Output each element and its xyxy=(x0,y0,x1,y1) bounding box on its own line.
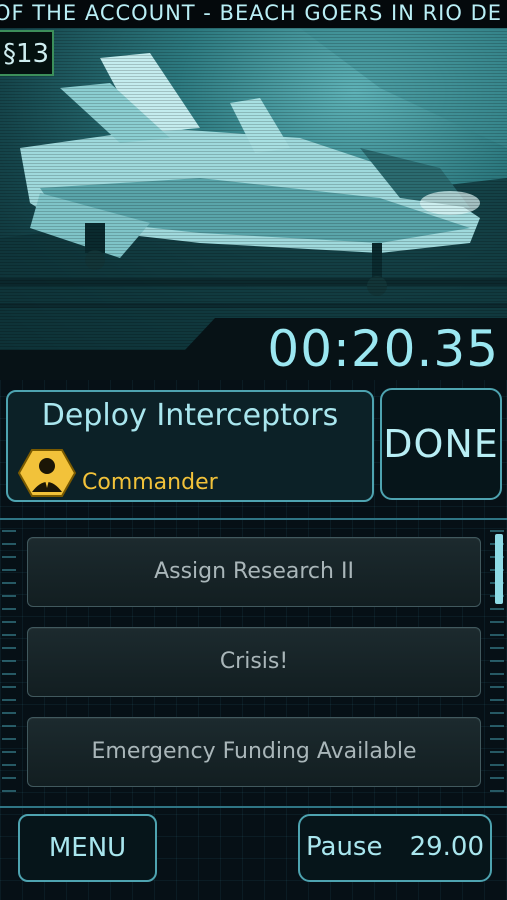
commander-badge-icon xyxy=(18,449,76,497)
news-ticker: OF THE ACCOUNT - BEACH GOERS IN RIO DE J… xyxy=(0,0,507,29)
done-button[interactable]: DONE xyxy=(380,388,502,500)
money-counter: §13 xyxy=(0,30,54,76)
scanline-overlay xyxy=(0,28,507,350)
list-item-crisis[interactable]: Crisis! xyxy=(27,627,481,697)
pause-label: Pause xyxy=(306,832,383,862)
menu-button[interactable]: MENU xyxy=(18,814,157,882)
left-rail-decoration xyxy=(2,530,16,792)
list-item-emergency-funding[interactable]: Emergency Funding Available xyxy=(27,717,481,787)
mission-title: Deploy Interceptors xyxy=(41,398,339,433)
rank-label: Commander xyxy=(82,470,218,495)
list-item-assign-research[interactable]: Assign Research II xyxy=(27,537,481,607)
pause-time-value: 29.00 xyxy=(409,832,484,862)
countdown-timer: 00:20.35 xyxy=(267,320,499,378)
interceptor-hangar-image xyxy=(0,28,507,350)
mission-panel[interactable]: Deploy Interceptors Commander xyxy=(6,390,374,502)
ticker-text: OF THE ACCOUNT - BEACH GOERS IN RIO DE J… xyxy=(0,1,507,25)
pause-button[interactable]: Pause 29.00 xyxy=(298,814,492,882)
scrollbar-thumb[interactable] xyxy=(495,534,503,604)
